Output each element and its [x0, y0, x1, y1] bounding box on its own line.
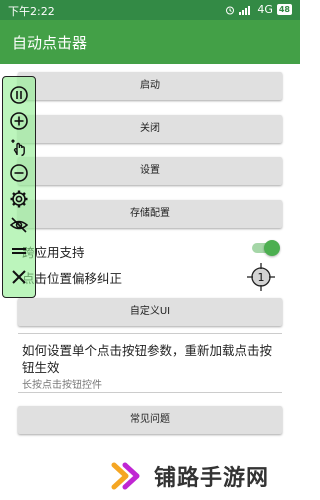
cross-app-support-toggle[interactable]	[252, 240, 280, 256]
settings-button[interactable]: 设置	[18, 157, 282, 185]
watermark-text: 铺路手游网	[154, 466, 270, 491]
app-title: 自动点击器	[12, 34, 88, 52]
remove-icon[interactable]	[9, 163, 29, 183]
click-offset-correction-label: 点击位置偏移纠正	[22, 271, 123, 286]
status-icons: 4G 48	[225, 3, 292, 16]
offset-target-marker[interactable]: 1	[246, 262, 276, 292]
close-button[interactable]: 关闭	[18, 115, 282, 143]
toggle-thumb	[264, 240, 280, 256]
crosshair-icon: 1	[247, 263, 275, 291]
divider	[18, 333, 282, 334]
help-subtitle: 长按点击按钮控件	[22, 380, 102, 391]
hide-icon[interactable]	[9, 215, 29, 235]
network-type: 4G	[257, 3, 273, 16]
save-config-button[interactable]: 存储配置	[18, 200, 282, 228]
battery-icon: 48	[276, 4, 292, 15]
floating-toolbar[interactable]	[2, 76, 36, 298]
divider	[18, 392, 282, 393]
start-button[interactable]: 启动	[18, 72, 282, 100]
alarm-icon	[226, 6, 235, 14]
watermark-logo-icon	[111, 462, 140, 490]
menu-icon[interactable]	[9, 241, 29, 261]
faq-button[interactable]: 常见问题	[18, 406, 282, 434]
gear-icon[interactable]	[9, 189, 29, 209]
app-bar: 自动点击器	[0, 20, 300, 64]
close-icon[interactable]	[9, 267, 29, 287]
custom-ui-button[interactable]: 自定义UI	[18, 298, 282, 326]
signal-icon	[239, 5, 251, 15]
status-bar: 下午2:22 4G 48	[0, 0, 300, 20]
status-time: 下午2:22	[8, 5, 55, 18]
watermark: 铺路手游网	[108, 456, 269, 496]
pause-icon[interactable]	[9, 85, 29, 105]
target-number: 1	[258, 271, 265, 284]
help-title: 如何设置单个点击按钮参数，重新加载点击按钮生效	[22, 343, 273, 375]
swipe-icon[interactable]	[9, 137, 29, 157]
add-icon[interactable]	[9, 111, 29, 131]
